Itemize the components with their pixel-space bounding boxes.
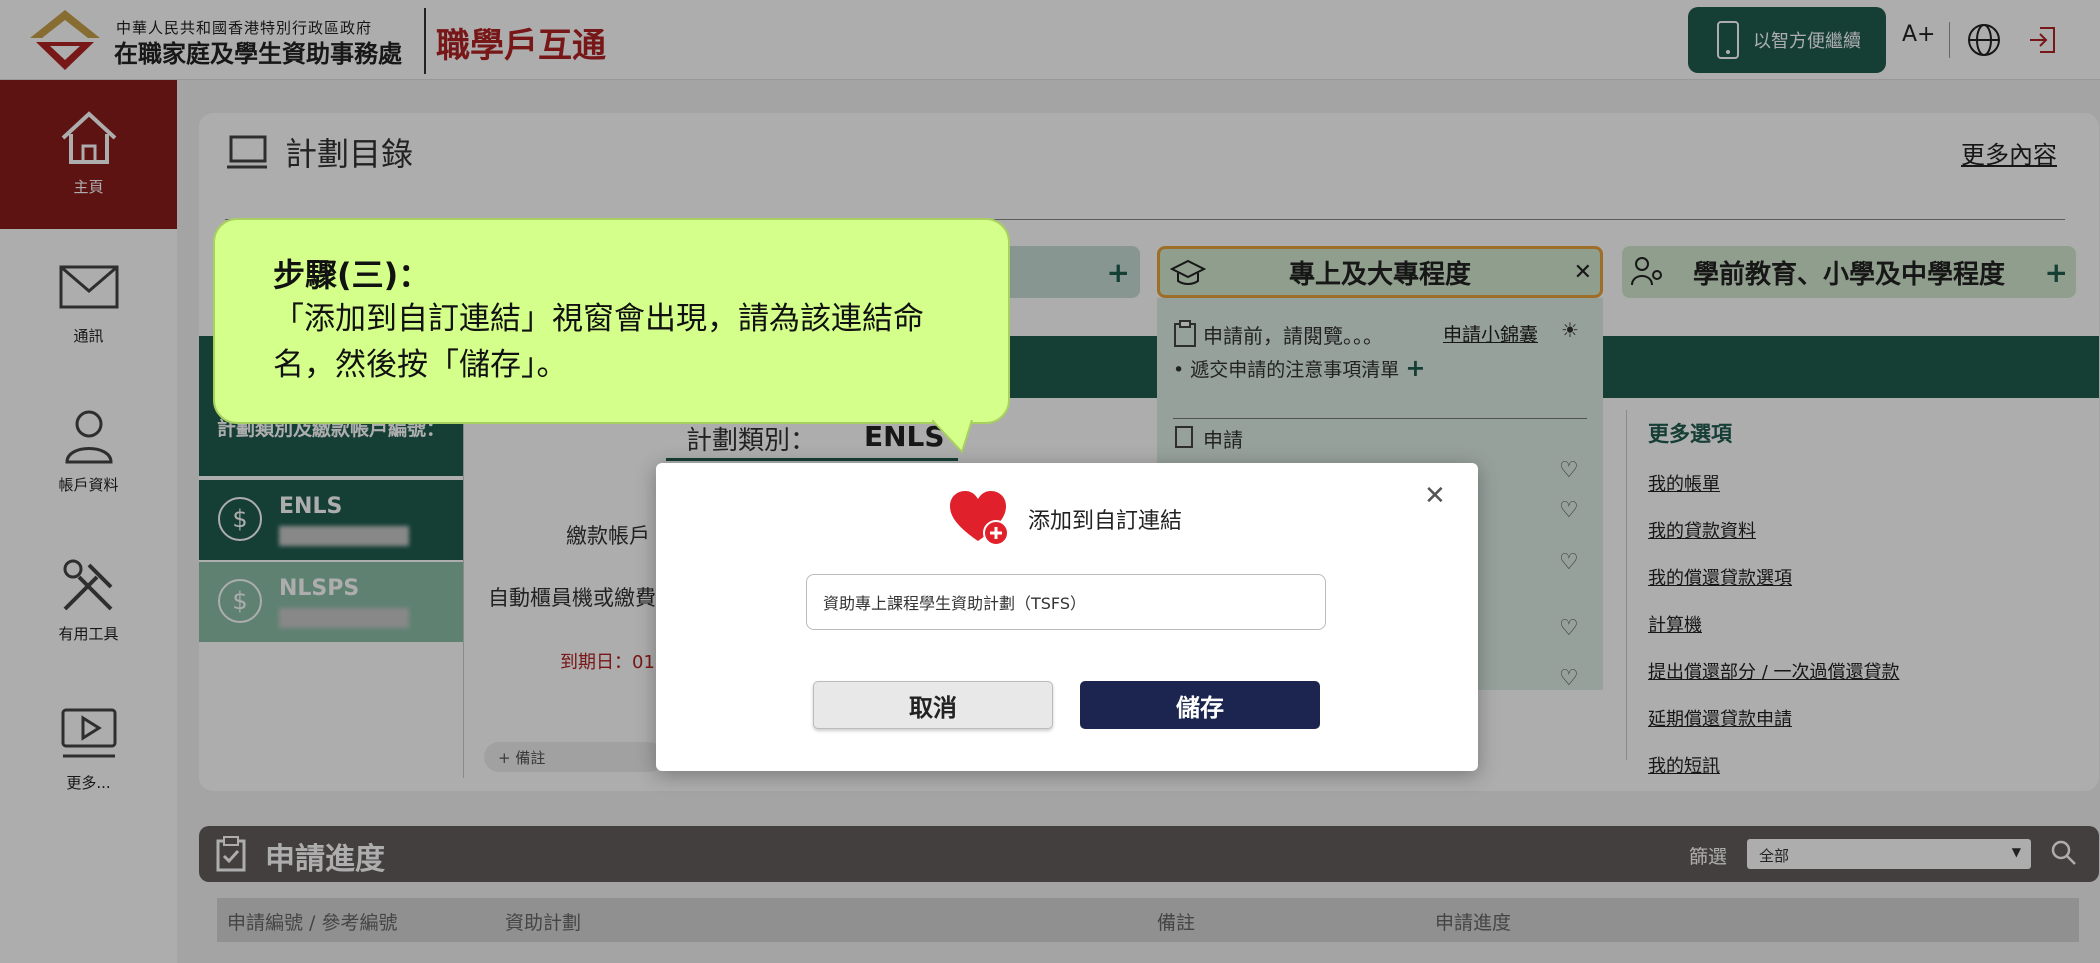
link-name-input[interactable] xyxy=(806,574,1326,630)
callout-pointer xyxy=(932,420,973,454)
save-button[interactable]: 儲存 xyxy=(1080,681,1320,729)
instruction-callout: 步驟(三)： 「添加到自訂連結」視窗會出現，請為該連結命名，然後按「儲存」。 xyxy=(213,218,1010,424)
callout-body: 「添加到自訂連結」視窗會出現，請為該連結命名，然後按「儲存」。 xyxy=(273,301,924,383)
cancel-button[interactable]: 取消 xyxy=(813,681,1053,729)
dialog-title: 添加到自訂連結 xyxy=(1028,509,1183,534)
add-custom-link-dialog: 添加到自訂連結 ✕ 取消 儲存 xyxy=(656,463,1478,771)
callout-title: 步驟(三)： xyxy=(273,256,431,294)
close-icon[interactable]: ✕ xyxy=(1424,481,1446,511)
heart-plus-icon xyxy=(950,491,1009,546)
